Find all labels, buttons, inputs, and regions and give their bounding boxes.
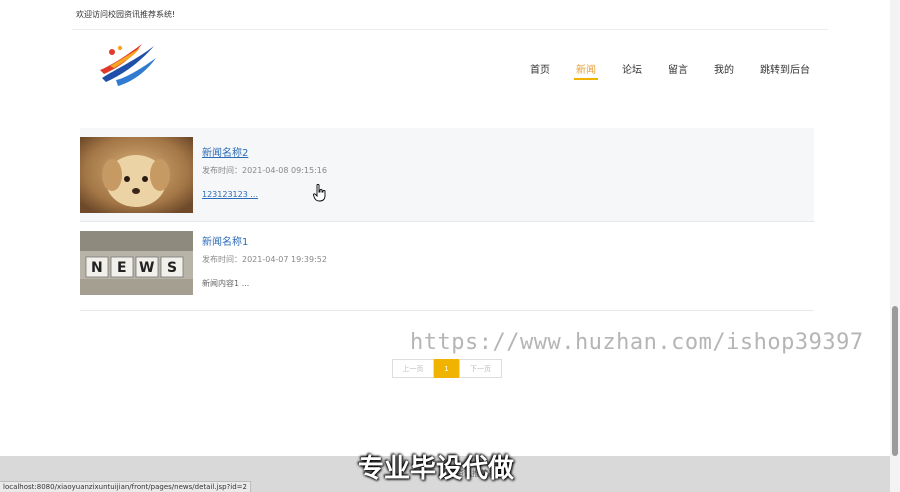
news-item[interactable]: 新闻名称2 发布时间：2021-04-08 09:15:16 123123123… (80, 128, 814, 222)
site-logo[interactable] (96, 40, 158, 88)
news-time: 发布时间：2021-04-07 19:39:52 (202, 255, 327, 264)
news-time: 发布时间：2021-04-08 09:15:16 (202, 166, 327, 175)
news-summary[interactable]: 123123123 ... (202, 190, 258, 199)
news-title[interactable]: 新闻名称2 (202, 144, 248, 159)
svg-text:S: S (167, 260, 177, 276)
overlay-caption: 专业毕设代做 (358, 454, 515, 484)
nav-item-home[interactable]: 首页 (528, 54, 552, 80)
news-summary[interactable]: 新闻内容1 ... (202, 278, 249, 289)
news-blocks-photo[interactable]: NEWS (80, 231, 193, 295)
hand-cursor-icon (313, 184, 326, 202)
top-bar: 欢迎访问校园资讯推荐系统! (0, 0, 900, 30)
top-divider (72, 29, 828, 30)
nav-item-forum[interactable]: 论坛 (620, 54, 644, 80)
main-nav: 首页 新闻 论坛 留言 我的 跳转到后台 (528, 54, 812, 82)
welcome-text: 欢迎访问校园资讯推荐系统! (76, 10, 176, 19)
page-number-button[interactable]: 1 (434, 359, 459, 378)
pagination: 上一页 1 下一页 (392, 359, 502, 378)
next-page-button[interactable]: 下一页 (459, 359, 502, 378)
news-item[interactable]: NEWS 新闻名称1 发布时间：2021-04-07 19:39:52 新闻内容… (80, 222, 814, 311)
svg-text:N: N (91, 260, 103, 276)
news-list: 新闻名称2 发布时间：2021-04-08 09:15:16 123123123… (80, 128, 814, 311)
svg-text:W: W (139, 260, 154, 276)
nav-item-messages[interactable]: 留言 (666, 54, 690, 80)
watermark-text: https://www.huzhan.com/ishop39397 (410, 330, 864, 355)
news-title[interactable]: 新闻名称1 (202, 233, 248, 248)
puppy-photo[interactable] (80, 137, 193, 213)
prev-page-button[interactable]: 上一页 (392, 359, 434, 378)
status-url-bar: localhost:8080/xiaoyuanzixuntuijian/fron… (0, 481, 251, 492)
scrollbar-thumb[interactable] (892, 306, 898, 456)
nav-item-news[interactable]: 新闻 (574, 54, 598, 80)
scrollbar[interactable] (890, 0, 900, 492)
nav-item-admin[interactable]: 跳转到后台 (758, 54, 812, 80)
svg-text:E: E (117, 260, 127, 276)
nav-item-mine[interactable]: 我的 (712, 54, 736, 80)
